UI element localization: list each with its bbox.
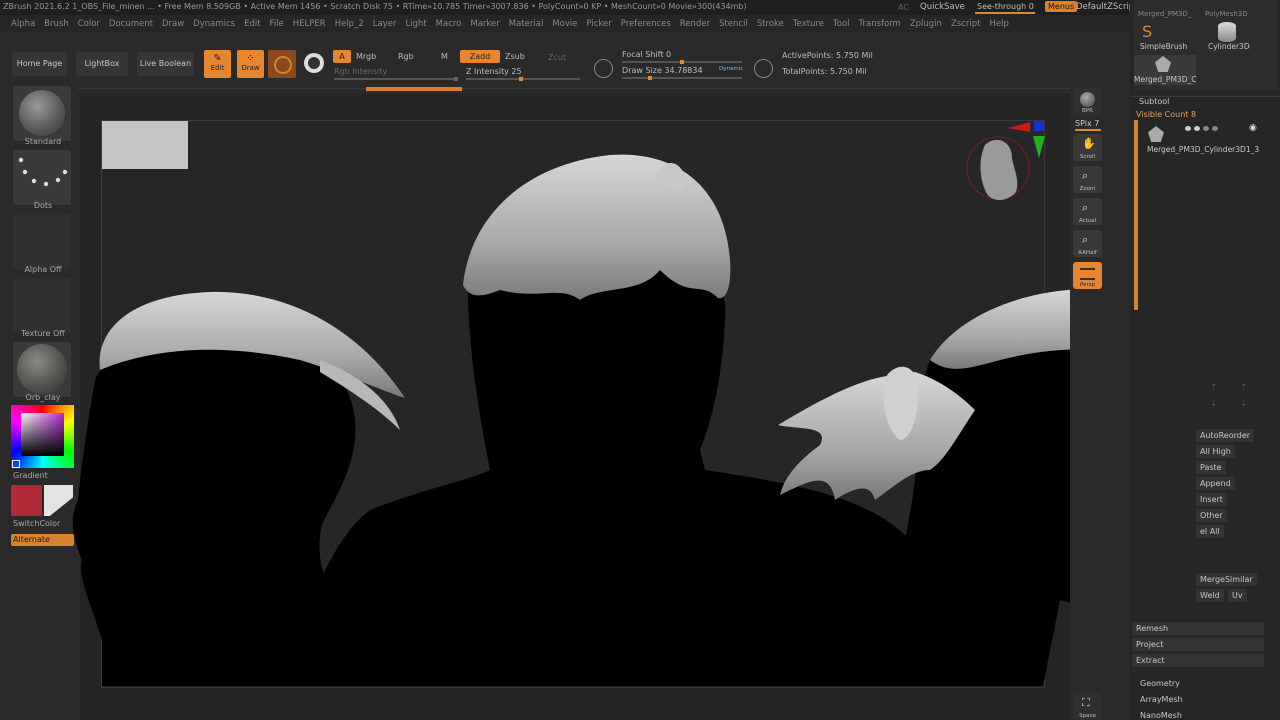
paste-button[interactable]: Paste (1196, 461, 1226, 474)
arraymesh-section[interactable]: ArrayMesh (1140, 695, 1183, 704)
center-hair-mesh (463, 154, 731, 300)
cylinder3d-label[interactable]: Cylinder3D (1208, 42, 1250, 51)
delete-all-button[interactable]: el All (1196, 525, 1224, 538)
persp-label: Persp (1079, 282, 1096, 288)
persp-button[interactable]: Persp (1073, 262, 1102, 289)
aahalf-label: AAHalf (1078, 250, 1097, 256)
arrow-up-right-icon[interactable]: ⇡ (1240, 383, 1248, 393)
subtool-name[interactable]: Merged_PM3D_Cylinder3D1_3 (1147, 145, 1259, 154)
cylinder3d-icon[interactable] (1218, 22, 1236, 42)
subtool-scrollbar[interactable] (1134, 120, 1138, 310)
remesh-button[interactable]: Remesh (1132, 622, 1264, 635)
uv-button[interactable]: Uv (1228, 589, 1247, 602)
actual-label: Actual (1078, 218, 1097, 224)
visibility-eye-icon[interactable]: ◉ (1249, 123, 1257, 133)
autoreorder-button[interactable]: AutoReorder (1196, 429, 1255, 442)
space-label: Space (1079, 713, 1096, 719)
navigation-gizmo-head (980, 139, 1018, 200)
space-icon: ⛶ (1082, 696, 1090, 709)
nanomesh-section[interactable]: NanoMesh (1140, 711, 1182, 720)
arrow-up-icon[interactable]: ⇡ (1210, 383, 1218, 393)
subtool-controls[interactable] (1185, 126, 1257, 131)
tool-polymesh-top-label[interactable]: PolyMesh3D (1205, 10, 1248, 18)
weld-button[interactable]: Weld (1196, 589, 1224, 602)
zoom-icon: ⌕ (1082, 169, 1089, 182)
extract-button[interactable]: Extract (1132, 654, 1264, 667)
append-button[interactable]: Append (1196, 477, 1235, 490)
tool-merged-top-label[interactable]: Merged_PM3D_ (1138, 10, 1191, 18)
spix-bar (1075, 129, 1101, 131)
scroll-label: Scroll (1079, 154, 1096, 160)
merged-tool-label[interactable]: Merged_PM3D_C (1134, 75, 1196, 84)
bpr-icon (1080, 92, 1095, 107)
subtool-header[interactable]: Subtool (1139, 97, 1169, 106)
other-button[interactable]: Other (1196, 509, 1227, 522)
gizmo-green-axis (1033, 136, 1045, 158)
insert-button[interactable]: Insert (1196, 493, 1227, 506)
actual-button[interactable]: ⌕ Actual (1073, 198, 1102, 225)
simplebrush-icon[interactable]: S (1142, 22, 1152, 41)
all-high-button[interactable]: All High (1196, 445, 1235, 458)
project-button[interactable]: Project (1132, 638, 1264, 651)
subtool-thumbnail-icon (1148, 126, 1164, 142)
gizmo-red-axis (1008, 122, 1030, 132)
zoom-button[interactable]: ⌕ Zoom (1073, 166, 1102, 193)
bpr-button[interactable]: BPR (1073, 88, 1102, 115)
gizmo-blue-axis (1034, 121, 1044, 131)
geometry-section[interactable]: Geometry (1140, 679, 1180, 688)
merge-similar-button[interactable]: MergeSimilar (1196, 573, 1257, 586)
hand-icon: ✋ (1082, 137, 1096, 150)
bpr-label: BPR (1082, 108, 1093, 114)
scroll-button[interactable]: ✋ Scroll (1073, 134, 1102, 161)
spix-slider[interactable]: SPix 7 (1075, 119, 1099, 128)
visible-count-label: Visible Count 8 (1136, 110, 1197, 119)
space-button[interactable]: ⛶ Space (1073, 693, 1102, 720)
persp-icon (1080, 268, 1095, 280)
arrow-down-right-icon[interactable]: ⇣ (1240, 399, 1248, 409)
actual-icon: ⌕ (1082, 201, 1089, 214)
arrow-down-icon[interactable]: ⇣ (1210, 399, 1218, 409)
simplebrush-label[interactable]: SimpleBrush (1140, 42, 1187, 51)
tool-tray: Merged_PM3D_ PolyMesh3D S SimpleBrush Cy… (1130, 0, 1280, 720)
zoom-label: Zoom (1079, 186, 1096, 192)
aahalf-button[interactable]: ⌕ AAHalf (1073, 230, 1102, 257)
aahalf-icon: ⌕ (1082, 233, 1089, 246)
